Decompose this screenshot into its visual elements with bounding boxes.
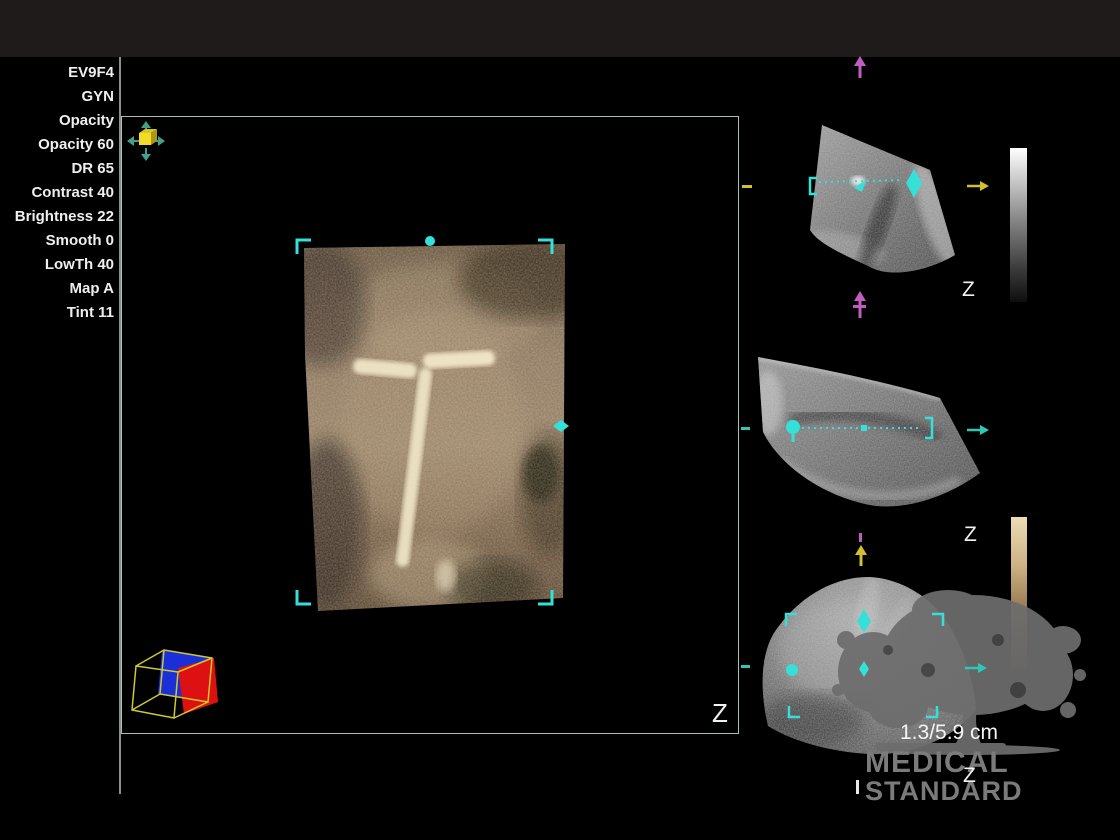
smooth-value: Smooth 0 bbox=[0, 229, 116, 253]
orientation-label-main: Z bbox=[712, 700, 728, 726]
watermark-text-line2: STANDARD bbox=[865, 778, 1023, 805]
render-3d-image[interactable] bbox=[303, 244, 565, 611]
dynamic-range-value: DR 65 bbox=[0, 157, 116, 181]
watermark-text-line1: MEDICAL bbox=[865, 748, 1009, 778]
orientation-label-c: Z bbox=[963, 765, 976, 786]
contrast-value: Contrast 40 bbox=[0, 181, 116, 205]
grayscale-map-bar bbox=[1010, 148, 1027, 302]
low-threshold-value: LowTh 40 bbox=[0, 253, 116, 277]
top-letterbox-band bbox=[0, 0, 1120, 57]
caliper-tick-mark bbox=[856, 780, 859, 794]
measurement-value: 1.3/5.9 cm bbox=[900, 721, 998, 745]
orientation-cube[interactable] bbox=[128, 640, 228, 725]
sidebar-divider bbox=[119, 57, 121, 794]
ultrasound-screen: EV9F4 GYN Opacity Opacity 60 DR 65 Contr… bbox=[0, 0, 1120, 840]
plane-b-image[interactable] bbox=[748, 348, 988, 518]
probe-label: EV9F4 bbox=[0, 61, 116, 85]
pan-move-icon[interactable] bbox=[126, 120, 166, 162]
opacity-mode-label: Opacity bbox=[0, 109, 116, 133]
preset-label: GYN bbox=[0, 85, 116, 109]
tint-value: Tint 11 bbox=[0, 301, 116, 325]
brightness-value: Brightness 22 bbox=[0, 205, 116, 229]
orientation-label-b: Z bbox=[964, 524, 977, 545]
orientation-label-a: Z bbox=[962, 279, 975, 300]
plane-a-image[interactable] bbox=[798, 115, 963, 275]
map-value: Map A bbox=[0, 277, 116, 301]
opacity-value: Opacity 60 bbox=[0, 133, 116, 157]
parameter-sidebar: EV9F4 GYN Opacity Opacity 60 DR 65 Contr… bbox=[0, 61, 116, 325]
